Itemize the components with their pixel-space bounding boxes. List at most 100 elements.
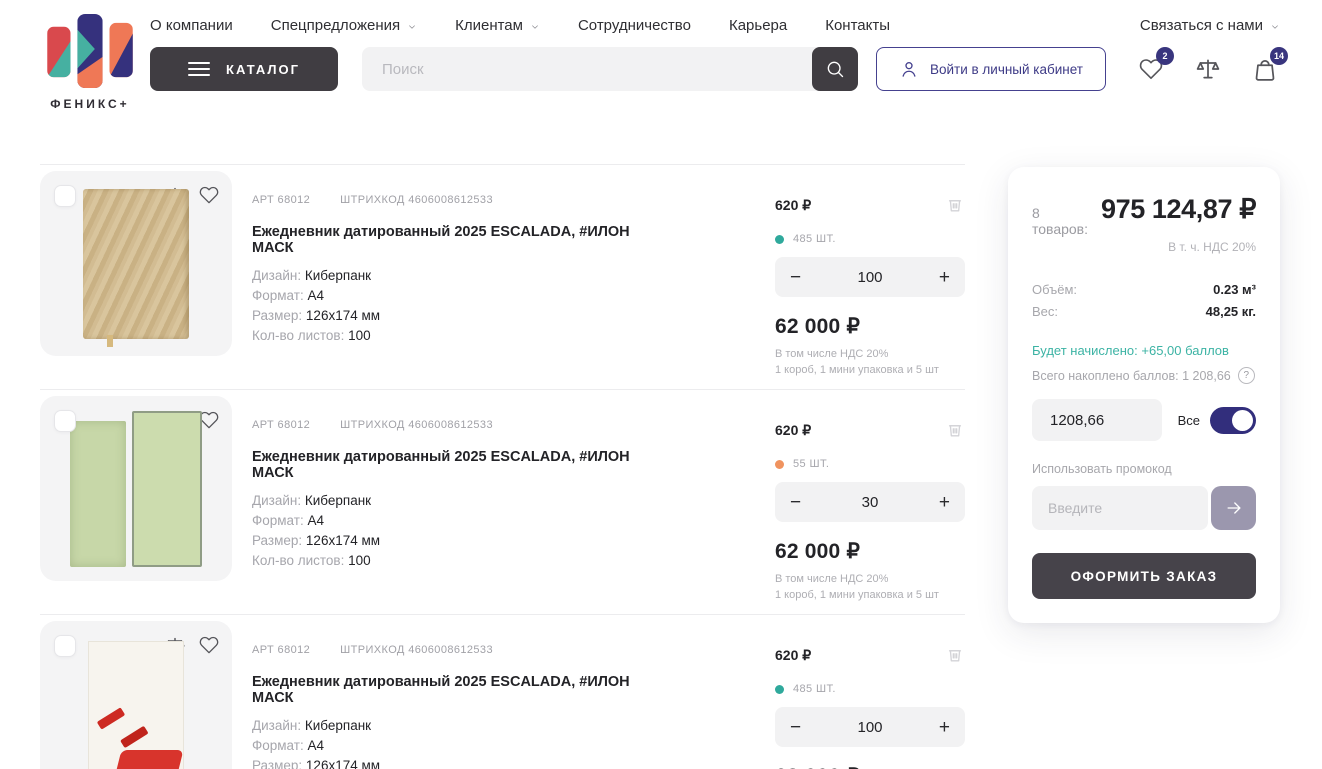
quantity-stepper: − 100 + — [775, 257, 965, 297]
all-points-toggle[interactable] — [1210, 407, 1256, 434]
nav-contacts[interactable]: Контакты — [825, 17, 890, 34]
site-header: ФЕНИКС+ О компании Спецпредложения Клиен… — [0, 0, 1322, 111]
search-input[interactable] — [362, 47, 858, 91]
qty-increase-button[interactable]: + — [939, 493, 950, 512]
product-checkbox[interactable] — [54, 410, 76, 432]
nav-career[interactable]: Карьера — [729, 17, 787, 34]
product-title[interactable]: Ежедневник датированный 2025 ESCALADA, #… — [252, 224, 672, 256]
remove-item-button[interactable] — [945, 195, 965, 218]
qty-value[interactable]: 30 — [862, 494, 879, 511]
product-row: АРТ 68012 ШТРИХКОД 4606008612533 Ежеднев… — [40, 614, 965, 769]
product-price-column: 620 ₽ 485 ШТ. − 100 + 62 000 ₽ В том чис… — [775, 171, 965, 389]
summary-vat-note: В т. ч. НДС 20% — [1032, 240, 1256, 254]
nav-about[interactable]: О компании — [150, 17, 233, 34]
quantity-stepper: − 30 + — [775, 482, 965, 522]
points-input[interactable] — [1032, 399, 1162, 441]
logo[interactable]: ФЕНИКС+ — [42, 14, 138, 111]
nav-contact-us[interactable]: Связаться с нами — [1140, 17, 1280, 34]
items-count-label: 8 товаров: — [1032, 205, 1093, 237]
remove-item-button[interactable] — [945, 420, 965, 443]
header-icons: 2 14 — [1136, 54, 1280, 84]
points-accrued-note: Будет начислено: +65,00 баллов — [1032, 343, 1256, 358]
product-checkbox[interactable] — [54, 635, 76, 657]
product-details: АРТ 68012 ШТРИХКОД 4606008612533 Ежеднев… — [252, 171, 672, 389]
stock-dot — [775, 460, 784, 469]
product-checkbox[interactable] — [54, 185, 76, 207]
unit-price: 620 ₽ — [775, 197, 965, 214]
row-pack-note: 1 короб, 1 мини упаковка и 5 шт — [775, 589, 965, 601]
top-nav: О компании Спецпредложения Клиентам Сотр… — [150, 14, 1280, 34]
favorites-button[interactable]: 2 — [1136, 54, 1166, 84]
product-image-card — [40, 171, 232, 356]
product-art: АРТ 68012 — [252, 194, 310, 206]
hamburger-icon — [188, 62, 210, 76]
product-image-card — [40, 621, 232, 769]
compare-button[interactable] — [1193, 54, 1223, 84]
catalog-button[interactable]: КАТАЛОГ — [150, 47, 338, 91]
main-content: АРТ 68012 ШТРИХКОД 4606008612533 Ежеднев… — [0, 164, 1322, 769]
row-pack-note: 1 короб, 1 мини упаковка и 5 шт — [775, 364, 965, 376]
product-barcode: ШТРИХКОД 4606008612533 — [340, 194, 493, 206]
product-title[interactable]: Ежедневник датированный 2025 ESCALADA, #… — [252, 674, 672, 706]
stock-status: 485 ШТ. — [775, 683, 965, 695]
login-button[interactable]: Войти в личный кабинет — [876, 47, 1106, 91]
heart-icon — [198, 635, 220, 655]
qty-increase-button[interactable]: + — [939, 268, 950, 287]
favorite-toggle[interactable] — [198, 635, 220, 660]
heart-icon — [198, 185, 220, 205]
product-price-column: 620 ₽ 55 ШТ. − 30 + 62 000 ₽ В том числе… — [775, 396, 965, 614]
scales-icon — [1195, 56, 1221, 82]
product-details: АРТ 68012 ШТРИХКОД 4606008612533 Ежеднев… — [252, 621, 672, 769]
stock-status: 485 ШТ. — [775, 233, 965, 245]
promo-label: Использовать промокод — [1032, 462, 1256, 476]
nav-clients[interactable]: Клиентам — [455, 17, 540, 34]
row-total: 62 000 ₽ — [775, 539, 965, 564]
points-total-note: Всего накоплено баллов: 1 208,66 ? — [1032, 367, 1256, 384]
qty-value[interactable]: 100 — [857, 269, 882, 286]
arrow-right-icon — [1224, 498, 1244, 518]
checkout-button[interactable]: ОФОРМИТЬ ЗАКАЗ — [1032, 553, 1256, 599]
grand-total: 975 124,87 ₽ — [1101, 194, 1256, 225]
product-image — [88, 641, 184, 769]
qty-decrease-button[interactable]: − — [790, 268, 801, 287]
stock-text: 485 ШТ. — [793, 233, 836, 245]
promo-input[interactable] — [1032, 486, 1208, 530]
product-title[interactable]: Ежедневник датированный 2025 ESCALADA, #… — [252, 449, 672, 481]
product-row: АРТ 68012 ШТРИХКОД 4606008612533 Ежеднев… — [40, 389, 965, 614]
favorite-toggle[interactable] — [198, 185, 220, 210]
qty-decrease-button[interactable]: − — [790, 493, 801, 512]
product-image-card — [40, 396, 232, 581]
cart-product-list: АРТ 68012 ШТРИХКОД 4606008612533 Ежеднев… — [40, 164, 965, 769]
weight-value: 48,25 кг. — [1206, 301, 1256, 323]
help-icon[interactable]: ? — [1238, 367, 1255, 384]
remove-item-button[interactable] — [945, 645, 965, 668]
nav-cooperation[interactable]: Сотрудничество — [578, 17, 691, 34]
qty-value[interactable]: 100 — [857, 719, 882, 736]
qty-decrease-button[interactable]: − — [790, 718, 801, 737]
unit-price: 620 ₽ — [775, 422, 965, 439]
apply-promo-button[interactable] — [1211, 486, 1256, 530]
search-bar — [362, 47, 858, 91]
volume-row: Объём: 0.23 м³ — [1032, 279, 1256, 301]
stock-dot — [775, 685, 784, 694]
all-points-label: Все — [1178, 413, 1200, 428]
product-barcode: ШТРИХКОД 4606008612533 — [340, 419, 493, 431]
stock-text: 485 ШТ. — [793, 683, 836, 695]
search-icon — [825, 59, 845, 79]
product-image — [70, 411, 202, 567]
product-price-column: 620 ₽ 485 ШТ. − 100 + 62 000 ₽ В том чис… — [775, 621, 965, 769]
logo-wordmark: ФЕНИКС+ — [42, 97, 138, 111]
trash-icon — [945, 420, 965, 440]
product-row: АРТ 68012 ШТРИХКОД 4606008612533 Ежеднев… — [40, 164, 965, 389]
qty-increase-button[interactable]: + — [939, 718, 950, 737]
search-button[interactable] — [812, 47, 858, 91]
product-art: АРТ 68012 — [252, 644, 310, 656]
volume-value: 0.23 м³ — [1213, 279, 1256, 301]
product-details: АРТ 68012 ШТРИХКОД 4606008612533 Ежеднев… — [252, 396, 672, 614]
cart-button[interactable]: 14 — [1250, 54, 1280, 84]
product-barcode: ШТРИХКОД 4606008612533 — [340, 644, 493, 656]
nav-special-offers[interactable]: Спецпредложения — [271, 17, 417, 34]
unit-price: 620 ₽ — [775, 647, 965, 664]
chevron-down-icon — [530, 22, 540, 32]
user-icon — [899, 59, 919, 79]
